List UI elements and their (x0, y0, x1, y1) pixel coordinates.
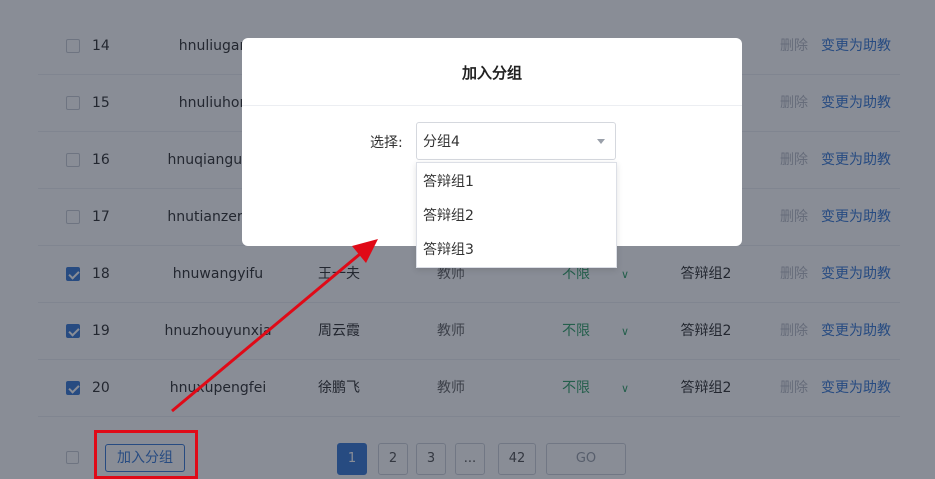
annotation-highlight-box (94, 430, 198, 479)
dropdown-option[interactable]: 答辩组3 (417, 233, 616, 268)
group-select[interactable]: 分组4 (416, 122, 616, 160)
dropdown-option[interactable]: 答辩组1 (417, 165, 616, 200)
dropdown-option[interactable]: 答辩组2 (417, 199, 616, 234)
caret-down-icon (597, 139, 605, 144)
select-label: 选择: (370, 135, 403, 151)
page: 14hnuliugang删除变更为助教15hnuliuhong删除变更为助教16… (0, 0, 935, 479)
group-select-value: 分组4 (423, 134, 460, 150)
group-dropdown-menu: 答辩组1 答辩组2 答辩组3 (416, 162, 617, 268)
dialog-title: 加入分组 (242, 38, 742, 106)
